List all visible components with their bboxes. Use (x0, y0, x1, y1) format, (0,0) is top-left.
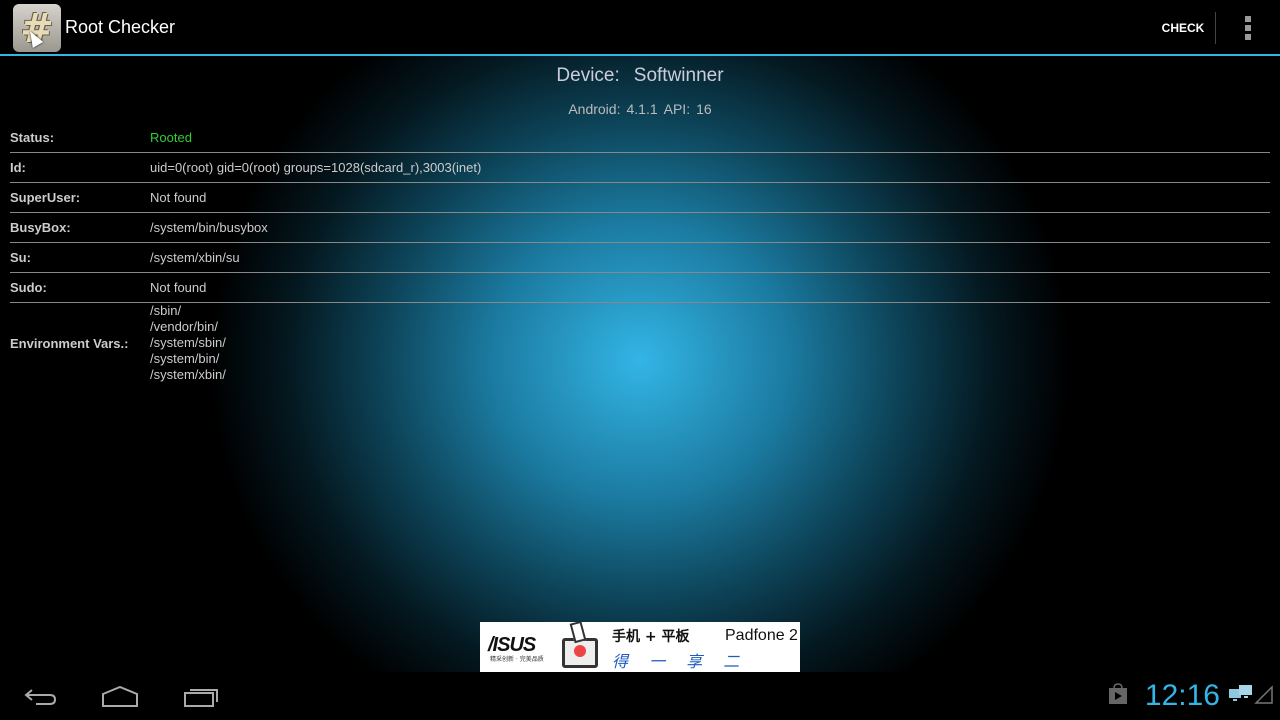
app-title: Root Checker (65, 17, 176, 37)
env-path: /sbin/ (150, 303, 182, 318)
env-path: /system/xbin/ (150, 367, 226, 382)
su-value: /system/xbin/su (150, 250, 240, 265)
row-label: BusyBox: (10, 220, 71, 235)
play-store-icon[interactable] (1107, 683, 1129, 709)
env-path: /vendor/bin/ (150, 319, 218, 334)
api-level: 16 (696, 101, 712, 117)
home-icon[interactable] (95, 682, 145, 712)
system-nav-bar: 12:16 (0, 672, 1280, 720)
environment-values: /sbin/ /vendor/bin/ /system/sbin/ /syste… (150, 303, 226, 383)
row-su: Su: /system/xbin/su (10, 243, 1270, 273)
signal-icon (1254, 684, 1274, 708)
row-sudo: Sudo: Not found (10, 273, 1270, 303)
env-path: /system/sbin/ (150, 335, 226, 350)
android-label: Android: (568, 101, 621, 117)
android-version: 4.1.1 (626, 101, 658, 117)
main-content: Device: Softwinner Android: 4.1.1 API: 16 St… (0, 56, 1280, 672)
sudo-value: Not found (150, 280, 207, 295)
row-environment: Environment Vars.: /sbin/ /vendor/bin/ /… (10, 303, 1270, 383)
status-value: Rooted (150, 130, 192, 145)
clock: 12:16 (1144, 679, 1220, 712)
row-label: Su: (10, 250, 31, 265)
row-status: Status: Rooted (10, 123, 1270, 153)
ad-product: Padfone 2 (725, 627, 798, 644)
env-path: /system/bin/ (150, 351, 220, 366)
action-bar-divider (1215, 12, 1216, 44)
device-name: Softwinner (633, 65, 724, 86)
recent-apps-icon[interactable] (176, 682, 226, 712)
back-icon[interactable] (15, 682, 65, 712)
info-table: Status: Rooted Id: uid=0(root) gid=0(roo… (10, 123, 1270, 383)
row-id: Id: uid=0(root) gid=0(root) groups=1028(… (10, 153, 1270, 183)
superuser-value: Not found (150, 190, 207, 205)
check-button[interactable]: CHECK (1150, 14, 1216, 42)
row-superuser: SuperUser: Not found (10, 183, 1270, 213)
android-info: Android: 4.1.1 API: 16 (0, 101, 1280, 117)
row-label: Status: (10, 130, 55, 145)
busybox-value: /system/bin/busybox (150, 220, 268, 235)
device-heading: Device: Softwinner (0, 65, 1280, 87)
row-label: Sudo: (10, 280, 47, 295)
device-label: Device: (556, 65, 620, 86)
ad-headline: 手机 + 平板 (612, 629, 690, 645)
row-label: Environment Vars.: (10, 335, 129, 351)
ethernet-icon (1228, 684, 1254, 708)
tablet-icon (562, 638, 598, 668)
row-busybox: BusyBox: /system/bin/busybox (10, 213, 1270, 243)
ad-tagline: 得 一 享 二 (612, 652, 748, 671)
id-value: uid=0(root) gid=0(root) groups=1028(sdca… (150, 160, 482, 175)
overflow-menu-icon[interactable] (1236, 14, 1260, 42)
action-bar: # Root Checker CHECK (0, 0, 1280, 54)
ad-banner[interactable]: /ISUS 精采创新 · 完美品质 手机 + 平板 得 一 享 二 Padfon… (480, 622, 800, 672)
row-label: SuperUser: (10, 190, 81, 205)
row-label: Id: (10, 160, 26, 175)
status-area[interactable]: 12:16 (1107, 672, 1280, 720)
ad-brand-subtitle: 精采创新 · 完美品质 (490, 656, 544, 663)
api-label: API: (663, 101, 691, 117)
